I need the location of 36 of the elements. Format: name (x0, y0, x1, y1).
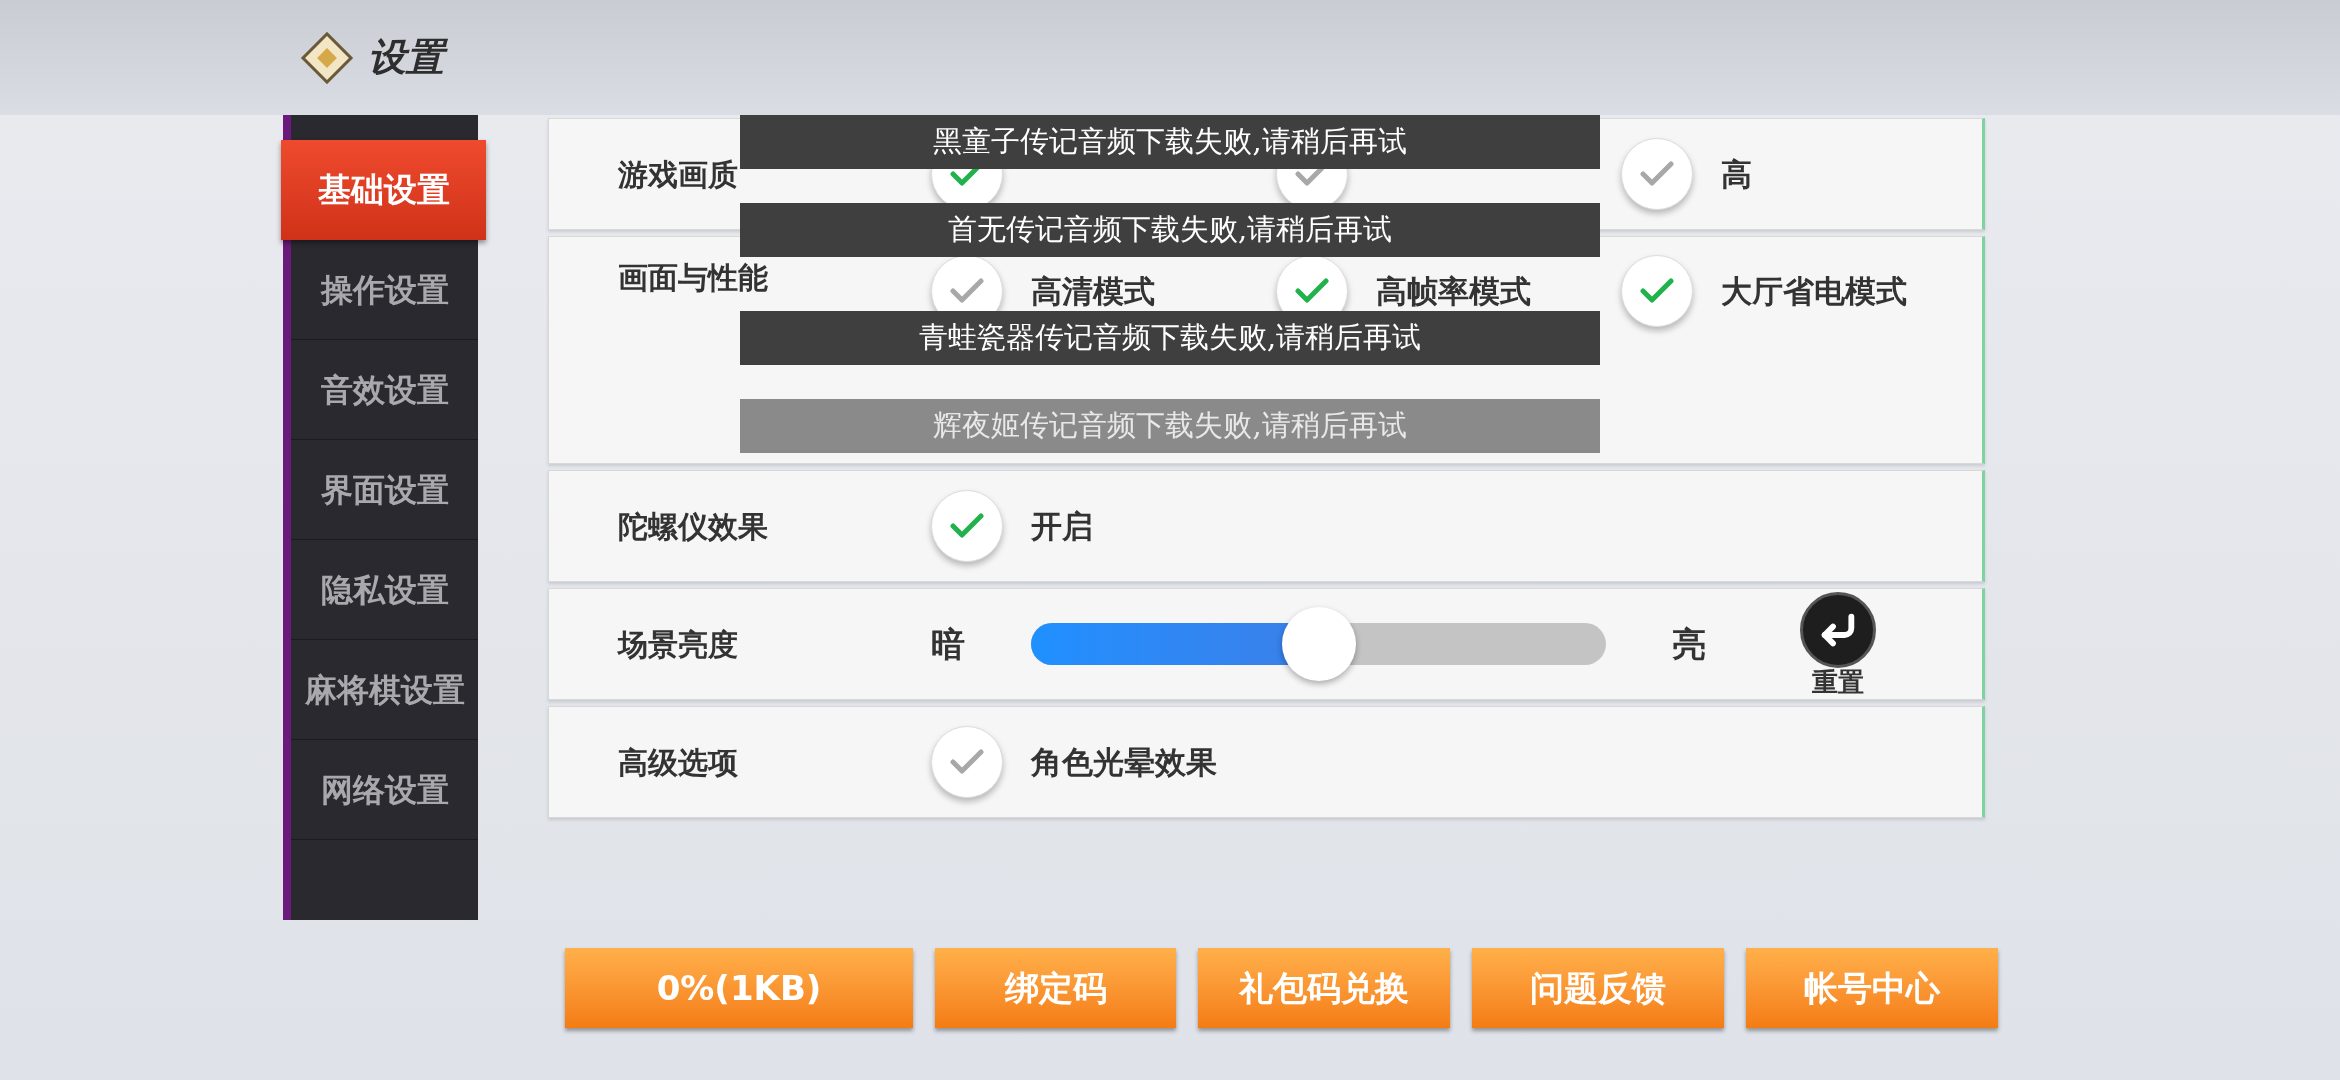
sidebar-tab[interactable]: 操作设置 (291, 240, 478, 340)
checkbox[interactable] (1621, 138, 1693, 210)
option-label: 高清模式 (1031, 271, 1155, 311)
download-failed-toast: 黑童子传记音频下载失败,请稍后再试 (740, 115, 1600, 169)
bright-label: 亮 (1672, 622, 1707, 666)
check-icon (950, 513, 984, 539)
download-failed-toast: 首无传记音频下载失败,请稍后再试 (740, 203, 1600, 257)
option-label: 高帧率模式 (1376, 271, 1531, 311)
check-icon (1295, 278, 1329, 304)
slider-thumb[interactable] (1281, 607, 1356, 681)
check-icon (1640, 278, 1674, 304)
sidebar-tab[interactable]: 基础设置 (281, 140, 486, 240)
checkbox[interactable] (931, 490, 1003, 562)
sidebar-tab[interactable]: 麻将棋设置 (291, 640, 478, 740)
checkbox[interactable] (931, 726, 1003, 798)
setting-label: 陀螺仪效果 (618, 507, 769, 546)
check-icon (950, 278, 984, 304)
check-icon (1640, 161, 1674, 187)
dark-label: 暗 (931, 622, 966, 666)
setting-label: 场景亮度 (618, 625, 739, 664)
check-icon (950, 749, 984, 775)
sidebar-tab[interactable]: 隐私设置 (291, 540, 478, 640)
sidebar-tab[interactable]: 界面设置 (291, 440, 478, 540)
setting-label: 游戏画质 (618, 155, 739, 194)
option-label: 开启 (1031, 506, 1093, 546)
download-failed-toast: 青蛙瓷器传记音频下载失败,请稍后再试 (740, 311, 1600, 365)
download-failed-toast: 辉夜姬传记音频下载失败,请稍后再试 (740, 399, 1600, 453)
sidebar-tab[interactable]: 音效设置 (291, 340, 478, 440)
brightness-slider[interactable] (1031, 607, 1606, 681)
setting-label: 画面与性能 (618, 259, 769, 297)
option-label: 大厅省电模式 (1721, 271, 1907, 311)
option-label: 高 (1721, 154, 1752, 194)
sidebar-tab[interactable]: 网络设置 (291, 740, 478, 840)
checkbox[interactable] (1621, 255, 1693, 327)
option-label: 角色光晕效果 (1031, 742, 1217, 782)
setting-label: 高级选项 (618, 743, 739, 782)
